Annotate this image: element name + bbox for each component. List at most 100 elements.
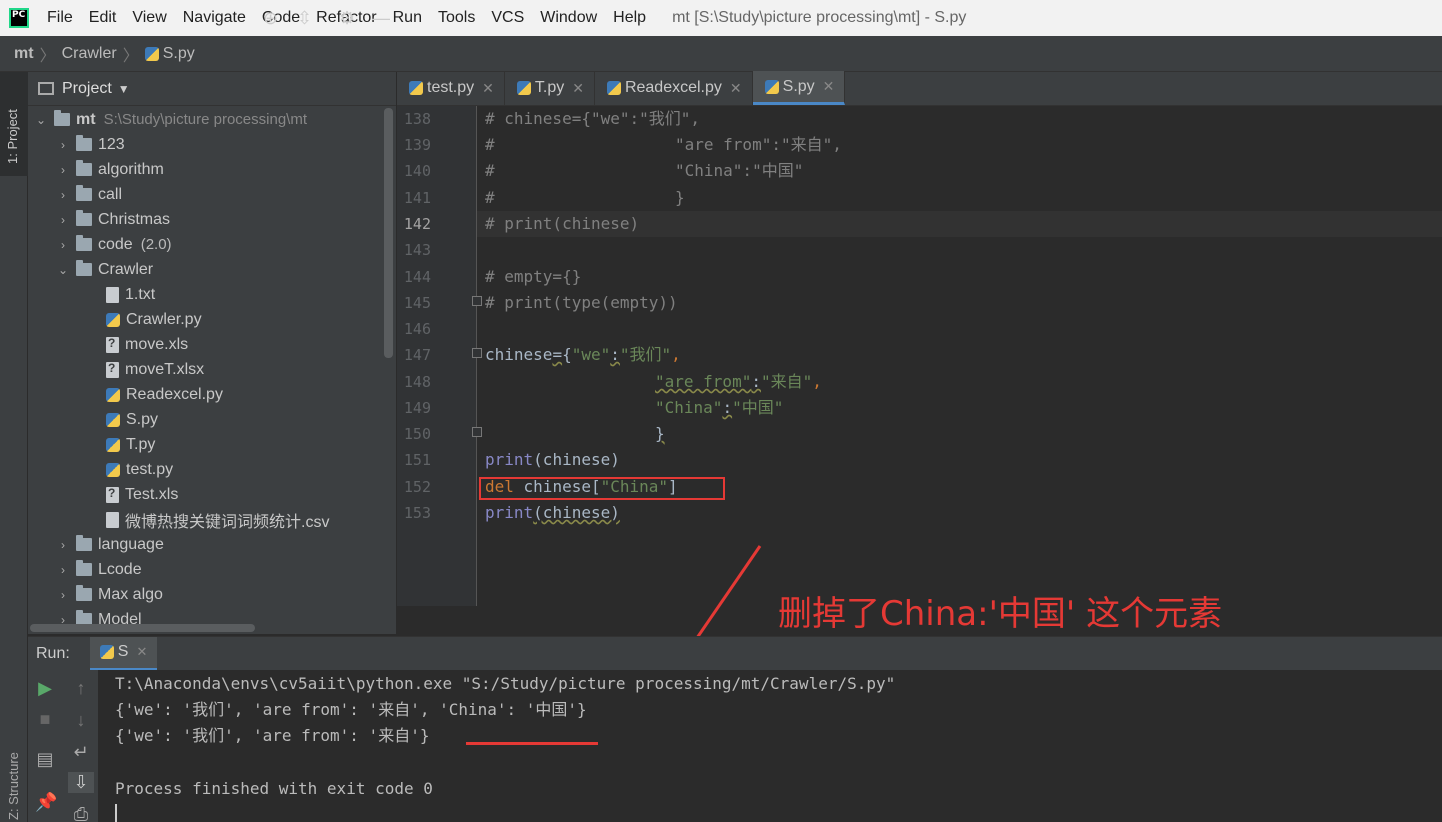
tab-test-py[interactable]: test.py ✕ <box>397 71 505 105</box>
close-icon[interactable]: ✕ <box>730 80 742 97</box>
line-number: 152 <box>403 478 431 496</box>
tree-folder[interactable]: › algorithm <box>56 157 164 182</box>
locate-icon[interactable]: ⊕ <box>263 8 278 29</box>
horizontal-scrollbar[interactable] <box>30 624 255 632</box>
chevron-down-icon[interactable]: ⌄ <box>56 263 70 277</box>
menu-help[interactable]: Help <box>605 9 654 27</box>
tree-folder[interactable]: › language <box>56 532 164 557</box>
chevron-right-icon[interactable]: › <box>56 188 70 202</box>
line-number: 153 <box>403 504 431 522</box>
scroll-to-end-icon[interactable]: ⇩ <box>68 772 94 793</box>
breadcrumb-folder[interactable]: Crawler <box>62 45 117 63</box>
fold-marker-icon[interactable] <box>472 348 482 358</box>
tree-root[interactable]: ⌄ mt S:\Study\picture processing\mt <box>34 107 307 132</box>
collapse-all-icon[interactable]: ⇳ <box>297 8 312 29</box>
unknown-file-icon <box>106 361 119 378</box>
menu-vcs[interactable]: VCS <box>483 9 532 27</box>
unknown-file-icon <box>106 486 119 503</box>
tree-folder[interactable]: › 123 <box>56 132 125 157</box>
tree-file-label: test.py <box>126 460 174 478</box>
annotation-highlight-box <box>479 477 725 500</box>
tree-folder[interactable]: › code (2.0) <box>56 232 172 257</box>
menu-tools[interactable]: Tools <box>430 9 483 27</box>
close-icon[interactable]: ✕ <box>572 80 584 97</box>
tab-label: T.py <box>534 79 565 96</box>
breadcrumb-project[interactable]: mt <box>14 45 34 63</box>
folder-icon <box>54 110 70 126</box>
arrow-down-icon[interactable]: ↓ <box>71 710 91 731</box>
vertical-scrollbar[interactable] <box>384 108 393 358</box>
arrow-up-icon[interactable]: ↑ <box>71 678 91 699</box>
code-line-cont: "China":"中国" <box>675 161 804 180</box>
unknown-file-icon <box>106 336 119 353</box>
line-number: 139 <box>403 136 431 154</box>
layout-icon[interactable]: ▤ <box>35 749 55 770</box>
chevron-right-icon[interactable]: › <box>56 538 70 552</box>
tree-file[interactable]: 微博热搜关键词词频统计.csv <box>106 507 329 532</box>
tree-file[interactable]: move.xls <box>106 332 188 357</box>
line-number: 138 <box>403 110 431 128</box>
code-token: "我们" <box>619 345 672 364</box>
tree-file[interactable]: test.py <box>106 457 173 482</box>
gear-icon[interactable]: ⚙ <box>339 8 355 29</box>
code-token: = <box>552 345 563 364</box>
close-icon[interactable]: ✕ <box>482 80 494 97</box>
python-file-icon <box>106 462 120 477</box>
minimize-icon[interactable]: — <box>372 8 390 29</box>
tree-file[interactable]: moveT.xlsx <box>106 357 204 382</box>
menu-window[interactable]: Window <box>532 9 605 27</box>
menu-navigate[interactable]: Navigate <box>175 9 254 27</box>
menu-edit[interactable]: Edit <box>81 9 125 27</box>
folder-icon <box>76 135 92 151</box>
menu-run[interactable]: Run <box>385 9 430 27</box>
close-icon[interactable]: ✕ <box>136 644 147 660</box>
chevron-down-icon[interactable]: ⌄ <box>34 113 48 127</box>
stop-icon[interactable]: ■ <box>35 709 55 730</box>
run-tab[interactable]: S ✕ <box>89 636 158 671</box>
code-line: # print(chinese) <box>485 214 640 233</box>
close-icon[interactable]: ✕ <box>823 78 835 95</box>
project-tool-button[interactable]: 1: Project <box>0 72 28 176</box>
line-number: 140 <box>403 162 431 180</box>
soft-wrap-icon[interactable]: ↵ <box>71 742 91 763</box>
code-token: print <box>485 450 534 469</box>
menu-file[interactable]: File <box>39 9 81 27</box>
tab-readexcel-py[interactable]: Readexcel.py ✕ <box>595 71 753 105</box>
pin-icon[interactable]: 📌 <box>35 792 57 813</box>
annotation-text: 删掉了China:'中国' 这个元素 <box>778 594 1223 634</box>
tree-folder[interactable]: › Christmas <box>56 207 170 232</box>
project-panel-title[interactable]: Project <box>62 80 112 98</box>
print-icon[interactable]: ⎙ <box>71 804 91 822</box>
run-panel-header: Run: S ✕ <box>28 636 1442 671</box>
tree-folder[interactable]: › Lcode <box>56 557 142 582</box>
chevron-right-icon[interactable]: › <box>56 588 70 602</box>
tab-label: Readexcel.py <box>624 79 722 96</box>
code-line: chinese={"we":"我们", <box>485 342 681 368</box>
tree-file[interactable]: Test.xls <box>106 482 178 507</box>
tree-file[interactable]: Crawler.py <box>106 307 202 332</box>
tree-folder[interactable]: › Max algo <box>56 582 163 607</box>
tree-root-path: S:\Study\picture processing\mt <box>103 111 307 128</box>
fold-marker-icon[interactable] <box>472 427 482 437</box>
breadcrumb-file[interactable]: S.py <box>163 45 195 63</box>
annotation-underline <box>466 742 598 745</box>
tree-file[interactable]: T.py <box>106 432 155 457</box>
tree-file[interactable]: Readexcel.py <box>106 382 223 407</box>
tree-file-label: 微博热搜关键词词频统计.csv <box>125 513 330 531</box>
fold-marker-icon[interactable] <box>472 296 482 306</box>
tree-folder-open[interactable]: ⌄ Crawler <box>56 257 153 282</box>
tree-file[interactable]: S.py <box>106 407 158 432</box>
folder-icon <box>76 535 92 551</box>
menu-view[interactable]: View <box>124 9 174 27</box>
chevron-right-icon[interactable]: › <box>56 563 70 577</box>
tab-t-py[interactable]: T.py ✕ <box>505 71 595 105</box>
tree-file[interactable]: 1.txt <box>106 282 155 307</box>
chevron-right-icon[interactable]: › <box>56 163 70 177</box>
dropdown-caret-icon[interactable]: ▼ <box>118 82 130 96</box>
chevron-right-icon[interactable]: › <box>56 213 70 227</box>
tree-folder[interactable]: › call <box>56 182 122 207</box>
tab-s-py[interactable]: S.py ✕ <box>752 71 846 105</box>
chevron-right-icon[interactable]: › <box>56 238 70 252</box>
run-icon[interactable]: ▶ <box>35 678 55 699</box>
chevron-right-icon[interactable]: › <box>56 138 70 152</box>
